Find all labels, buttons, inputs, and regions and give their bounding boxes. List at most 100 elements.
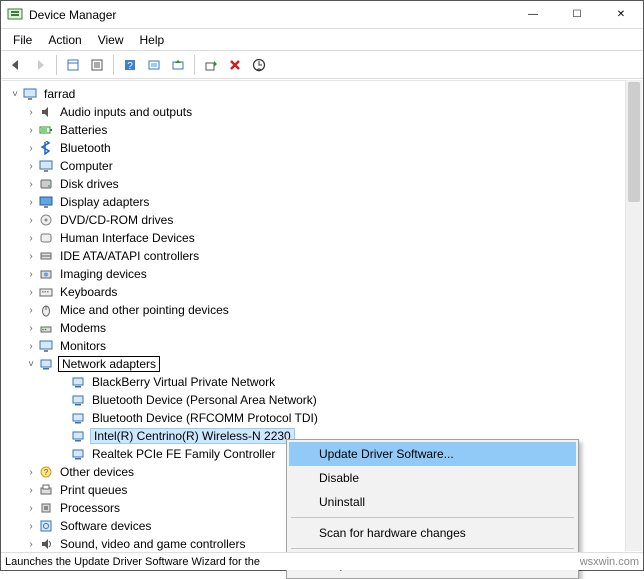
expand-icon[interactable]: ›: [24, 179, 38, 190]
toolbar-separator: [194, 55, 195, 75]
network-adapter-item[interactable]: BlackBerry Virtual Private Network: [2, 373, 642, 391]
tree-category[interactable]: › Monitors: [2, 337, 642, 355]
menu-file[interactable]: File: [7, 31, 38, 49]
tree-category[interactable]: › Computer: [2, 157, 642, 175]
maximize-button[interactable]: ☐: [555, 1, 599, 29]
expand-icon[interactable]: ›: [24, 107, 38, 118]
expand-icon[interactable]: ›: [24, 251, 38, 262]
show-hidden-icon[interactable]: [62, 54, 84, 76]
item-label: Display adapters: [58, 195, 151, 209]
item-label: Batteries: [58, 123, 109, 137]
network-adapter-item[interactable]: Bluetooth Device (Personal Area Network): [2, 391, 642, 409]
item-label: Mice and other pointing devices: [58, 303, 231, 317]
menu-update-driver[interactable]: Update Driver Software...: [289, 442, 576, 466]
imaging-icon: [38, 266, 54, 282]
collapse-icon[interactable]: ˅: [24, 359, 38, 370]
forward-button[interactable]: [29, 54, 51, 76]
menu-separator: [291, 548, 574, 549]
tree-category[interactable]: › Modems: [2, 319, 642, 337]
item-label: Bluetooth Device (RFCOMM Protocol TDI): [90, 411, 320, 425]
expand-icon[interactable]: ›: [24, 143, 38, 154]
item-label: Audio inputs and outputs: [58, 105, 194, 119]
vertical-scrollbar[interactable]: [625, 80, 642, 551]
mouse-icon: [38, 302, 54, 318]
expand-icon[interactable]: ›: [24, 485, 38, 496]
menu-uninstall[interactable]: Uninstall: [289, 490, 576, 514]
expand-icon[interactable]: ›: [24, 539, 38, 550]
computer-icon: [22, 86, 38, 102]
back-button[interactable]: [5, 54, 27, 76]
monitor-icon: [38, 338, 54, 354]
tree-category[interactable]: › Bluetooth: [2, 139, 642, 157]
expand-icon[interactable]: ›: [24, 161, 38, 172]
item-label: Imaging devices: [58, 267, 149, 281]
expand-icon[interactable]: ›: [24, 305, 38, 316]
scrollbar-thumb[interactable]: [628, 82, 640, 202]
net-icon: [70, 410, 86, 426]
item-label: Disk drives: [58, 177, 121, 191]
tree-category[interactable]: › Imaging devices: [2, 265, 642, 283]
tree-category[interactable]: › IDE ATA/ATAPI controllers: [2, 247, 642, 265]
expand-icon[interactable]: ›: [24, 197, 38, 208]
close-button[interactable]: ✕: [599, 1, 643, 29]
expand-icon[interactable]: ›: [24, 215, 38, 226]
printq-icon: [38, 482, 54, 498]
dvd-icon: [38, 212, 54, 228]
menu-help[interactable]: Help: [134, 31, 171, 49]
expand-icon[interactable]: ›: [24, 269, 38, 280]
sw-icon: [38, 518, 54, 534]
expand-icon[interactable]: ›: [24, 233, 38, 244]
properties-icon[interactable]: [86, 54, 108, 76]
scan-hw-icon[interactable]: [248, 54, 270, 76]
minimize-button[interactable]: —: [511, 1, 555, 29]
menu-disable[interactable]: Disable: [289, 466, 576, 490]
display-icon: [38, 194, 54, 210]
tree-category[interactable]: › Keyboards: [2, 283, 642, 301]
menu-scan[interactable]: Scan for hardware changes: [289, 521, 576, 545]
tree-root[interactable]: ˅ farrad: [2, 85, 642, 103]
network-adapter-item[interactable]: Bluetooth Device (RFCOMM Protocol TDI): [2, 409, 642, 427]
scan-icon[interactable]: [143, 54, 165, 76]
item-label: BlackBerry Virtual Private Network: [90, 375, 277, 389]
toolbar: ?: [1, 51, 643, 79]
item-label: Intel(R) Centrino(R) Wireless-N 2230: [90, 428, 295, 444]
expand-icon[interactable]: ›: [24, 503, 38, 514]
menu-separator: [291, 517, 574, 518]
tree-category[interactable]: › Audio inputs and outputs: [2, 103, 642, 121]
computer-icon: [38, 158, 54, 174]
uninstall-icon[interactable]: [224, 54, 246, 76]
hid-icon: [38, 230, 54, 246]
enable-icon[interactable]: [200, 54, 222, 76]
tree-category[interactable]: › Mice and other pointing devices: [2, 301, 642, 319]
expand-icon[interactable]: ›: [24, 521, 38, 532]
tree-category[interactable]: › DVD/CD-ROM drives: [2, 211, 642, 229]
tree-category[interactable]: › Human Interface Devices: [2, 229, 642, 247]
menu-view[interactable]: View: [92, 31, 130, 49]
update-driver-icon[interactable]: [167, 54, 189, 76]
svg-text:?: ?: [127, 61, 133, 72]
item-label: Keyboards: [58, 285, 119, 299]
expand-icon[interactable]: ›: [24, 287, 38, 298]
item-label: Bluetooth: [58, 141, 113, 155]
menu-action[interactable]: Action: [42, 31, 87, 49]
expand-icon[interactable]: ›: [24, 323, 38, 334]
category-network-adapters[interactable]: ˅ Network adapters: [2, 355, 642, 373]
tree-category[interactable]: › Disk drives: [2, 175, 642, 193]
item-label: Modems: [58, 321, 108, 335]
net-icon: [70, 392, 86, 408]
tree-category[interactable]: › Batteries: [2, 121, 642, 139]
expand-icon[interactable]: ›: [24, 467, 38, 478]
tree-category[interactable]: › Display adapters: [2, 193, 642, 211]
menu-bar: File Action View Help: [1, 29, 643, 51]
help-icon[interactable]: ?: [119, 54, 141, 76]
item-label: Other devices: [58, 465, 136, 479]
collapse-icon[interactable]: ˅: [8, 89, 22, 100]
expand-icon[interactable]: ›: [24, 125, 38, 136]
title-bar: Device Manager — ☐ ✕: [1, 1, 643, 29]
net-icon: [70, 446, 86, 462]
ide-icon: [38, 248, 54, 264]
expand-icon[interactable]: ›: [24, 341, 38, 352]
network-icon: [38, 356, 54, 372]
item-label: Print queues: [58, 483, 129, 497]
other-icon: ?: [38, 464, 54, 480]
